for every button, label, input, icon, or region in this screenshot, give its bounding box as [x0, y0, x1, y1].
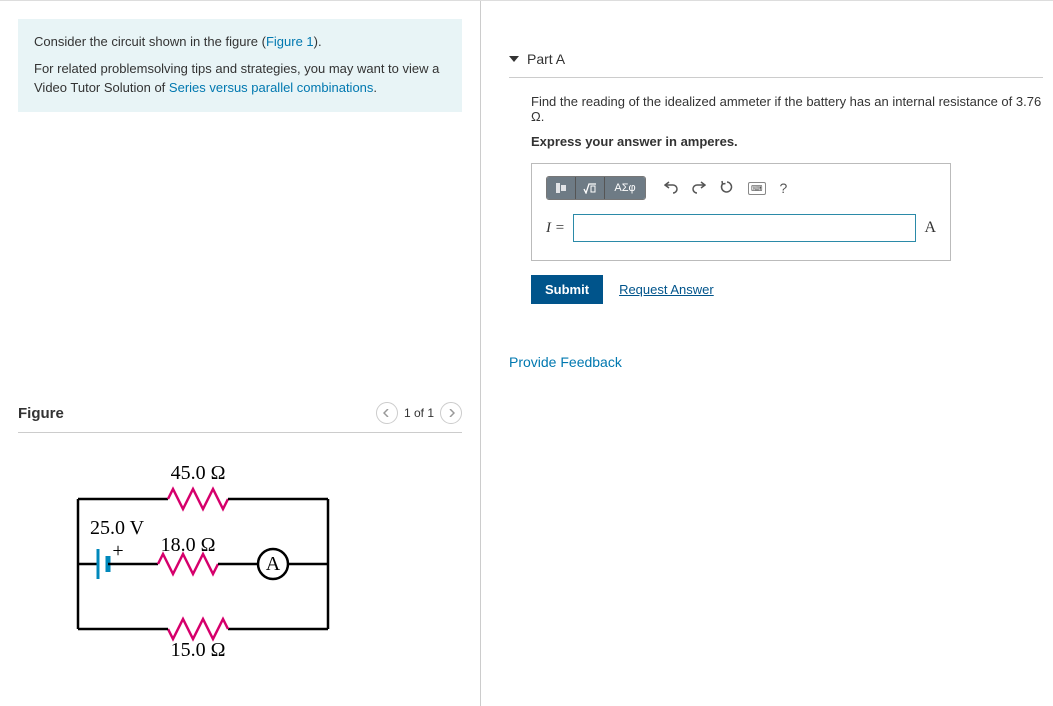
request-answer-link[interactable]: Request Answer	[619, 282, 714, 297]
reset-button[interactable]	[720, 180, 734, 197]
question-text: Find the reading of the idealized ammete…	[531, 94, 1043, 124]
help-button[interactable]: ?	[780, 180, 788, 196]
figure-next-button[interactable]	[440, 402, 462, 424]
instruction-text: Express your answer in amperes.	[531, 134, 1043, 149]
part-a-title: Part A	[527, 51, 565, 67]
tutor-solution-link[interactable]: Series versus parallel combinations	[169, 80, 373, 95]
radical-icon	[583, 182, 597, 194]
provide-feedback-link[interactable]: Provide Feedback	[509, 354, 622, 370]
redo-icon	[692, 180, 706, 194]
radical-tool-button[interactable]	[576, 177, 605, 199]
unit-label: A	[924, 219, 936, 237]
info-text-1b: ).	[314, 34, 322, 49]
greek-tool-button[interactable]: ΑΣφ	[605, 177, 645, 199]
answer-input[interactable]	[573, 214, 917, 242]
answer-box: ΑΣφ ⌨	[531, 163, 951, 261]
template-icon	[555, 182, 567, 194]
part-a-header[interactable]: Part A	[509, 41, 1043, 78]
template-tool-button[interactable]	[547, 177, 576, 199]
figure-1-link[interactable]: Figure 1	[266, 34, 314, 49]
problem-info-box: Consider the circuit shown in the figure…	[18, 19, 462, 112]
circuit-figure: A 45.0 Ω 18.0 Ω 15.0 Ω 25.0 V +	[18, 433, 462, 688]
format-tool-group: ΑΣφ	[546, 176, 646, 200]
resistor-bot-label: 15.0 Ω	[171, 639, 226, 661]
chevron-right-icon	[447, 409, 455, 417]
figure-heading: Figure	[18, 405, 64, 422]
reset-icon	[720, 180, 734, 194]
resistor-mid-label: 18.0 Ω	[161, 534, 216, 556]
figure-prev-button[interactable]	[376, 402, 398, 424]
voltage-label: 25.0 V	[90, 517, 145, 539]
info-text-2b: .	[373, 80, 377, 95]
caret-down-icon	[509, 56, 519, 62]
info-text-1: Consider the circuit shown in the figure…	[34, 34, 266, 49]
keyboard-icon: ⌨	[751, 184, 763, 193]
redo-button[interactable]	[692, 180, 706, 197]
figure-pager-text: 1 of 1	[404, 406, 434, 420]
ammeter-label: A	[266, 553, 281, 575]
undo-icon	[664, 180, 678, 194]
undo-button[interactable]	[664, 180, 678, 197]
submit-button[interactable]: Submit	[531, 275, 603, 304]
variable-label: I =	[546, 220, 565, 237]
battery-plus-label: +	[112, 540, 123, 562]
resistor-top-label: 45.0 Ω	[171, 462, 226, 484]
keyboard-button[interactable]: ⌨	[748, 182, 766, 195]
chevron-left-icon	[383, 409, 391, 417]
